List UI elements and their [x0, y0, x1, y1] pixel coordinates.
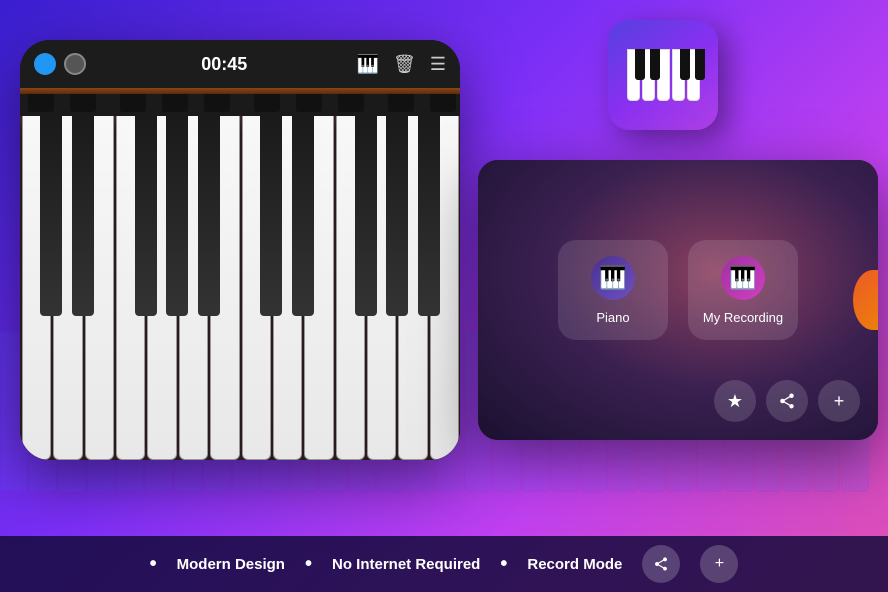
recording-menu-card[interactable]: 🎹 My Recording	[688, 240, 798, 340]
piano-white-key[interactable]	[304, 116, 333, 460]
bullet-1: •	[150, 553, 157, 576]
bullet-3: •	[500, 553, 507, 576]
phone-right-screen: 🎹 Piano 🎹 My Recording ★ +	[478, 160, 878, 440]
piano-white-key[interactable]	[116, 116, 145, 460]
feature-record-mode: Record Mode	[527, 556, 622, 573]
piano-toolbar: 00:45 🎹 🗑 ☰	[20, 40, 460, 88]
modern-design-text: Modern Design	[177, 556, 285, 573]
feature-no-internet: No Internet Required	[332, 556, 480, 573]
feature-modern-design: Modern Design	[177, 556, 285, 573]
phone-right-actions: ★ +	[714, 380, 860, 422]
piano-white-key[interactable]	[85, 116, 114, 460]
piano-white-key[interactable]	[22, 116, 51, 460]
menu-icon[interactable]: ☰	[430, 54, 446, 75]
star-button[interactable]: ★	[714, 380, 756, 422]
recording-card-icon: 🎹	[721, 256, 765, 300]
piano-white-key[interactable]	[398, 116, 427, 460]
record-mode-text: Record Mode	[527, 556, 622, 573]
piano-white-key[interactable]	[242, 116, 271, 460]
piano-card-icon: 🎹	[591, 256, 635, 300]
menu-cards: 🎹 Piano 🎹 My Recording	[558, 240, 798, 340]
piano-white-key[interactable]	[147, 116, 176, 460]
piano-icon[interactable]: 🎹	[357, 54, 379, 75]
piano-white-key[interactable]	[53, 116, 82, 460]
piano-card-label: Piano	[596, 310, 629, 325]
piano-menu-card[interactable]: 🎹 Piano	[558, 240, 668, 340]
timer-display: 00:45	[100, 54, 349, 75]
piano-white-key[interactable]	[367, 116, 396, 460]
bottom-share-button[interactable]	[642, 545, 680, 583]
bottom-bar: • Modern Design • No Internet Required •…	[0, 536, 888, 592]
piano-white-key[interactable]	[430, 116, 459, 460]
piano-white-key[interactable]	[179, 116, 208, 460]
share-button[interactable]	[766, 380, 808, 422]
phone-left: 00:45 🎹 🗑 ☰	[20, 40, 460, 460]
piano-keys-area	[20, 116, 460, 460]
no-internet-text: No Internet Required	[332, 556, 480, 573]
piano-white-key[interactable]	[273, 116, 302, 460]
app-icon	[608, 20, 718, 130]
bullet-2: •	[305, 553, 312, 576]
add-button[interactable]: +	[818, 380, 860, 422]
trash-icon[interactable]: 🗑	[393, 54, 416, 75]
stop-button[interactable]	[64, 53, 86, 75]
phone-right: 🎹 Piano 🎹 My Recording ★ +	[478, 160, 878, 440]
record-button[interactable]	[34, 53, 56, 75]
recording-card-label: My Recording	[703, 310, 783, 325]
toolbar-icons: 🎹 🗑 ☰	[357, 54, 446, 75]
bottom-add-button[interactable]: +	[700, 545, 738, 583]
piano-white-key[interactable]	[336, 116, 365, 460]
keys-top-row	[20, 88, 460, 116]
piano-white-key[interactable]	[210, 116, 239, 460]
side-decoration	[853, 270, 878, 330]
